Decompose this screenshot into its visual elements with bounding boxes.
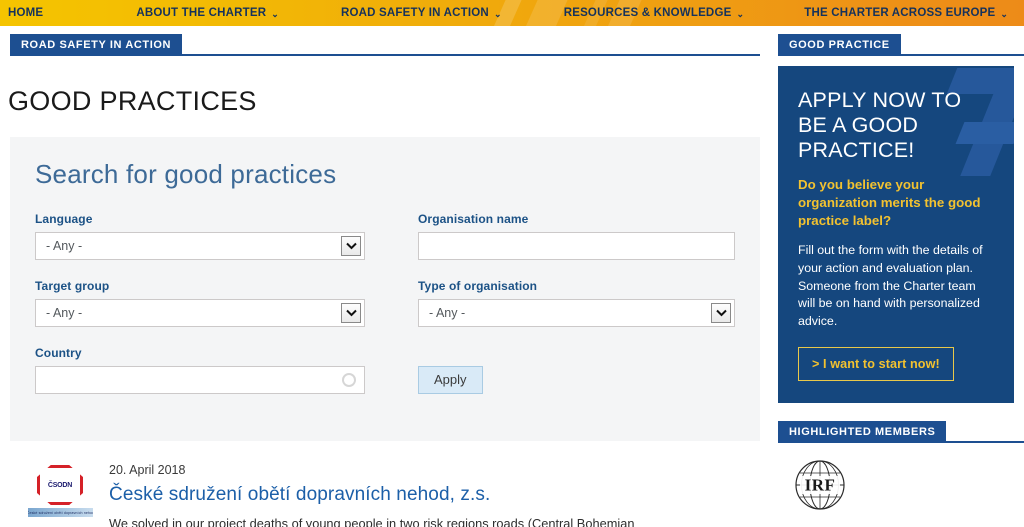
csodn-logo: ČSODN České sdružení obětí dopravních ne…: [28, 463, 93, 521]
nav-item-label: ABOUT THE CHARTER: [136, 7, 267, 19]
chevron-down-icon: ⌄: [736, 8, 745, 19]
search-panel-heading: Search for good practices: [35, 159, 337, 189]
main-content-column: ROAD SAFETY IN ACTION GOOD PRACTICES Sea…: [0, 26, 770, 527]
country-input[interactable]: [36, 367, 364, 393]
result-description: We solved in our project deaths of young…: [109, 516, 635, 527]
organisation-name-input[interactable]: [419, 233, 734, 259]
apply-now-promo-panel: APPLY NOW TO BE A GOOD PRACTICE! Do you …: [778, 66, 1014, 404]
nav-item-label: HOME: [8, 7, 44, 19]
apply-button-row: Apply: [418, 346, 735, 394]
chevron-down-icon[interactable]: [341, 303, 361, 323]
svg-text:IRF: IRF: [805, 476, 836, 495]
label-organisation-name: Organisation name: [418, 212, 529, 226]
section-tab-label: GOOD PRACTICE: [789, 39, 890, 51]
search-panel: Search for good practices Language - Any…: [10, 137, 760, 441]
result-logo-cell: ČSODN České sdružení obětí dopravních ne…: [10, 463, 93, 527]
nav-item-the-charter-across-europe[interactable]: THE CHARTER ACROSS EUROPE ⌄: [804, 7, 1008, 19]
chevron-down-icon[interactable]: [341, 236, 361, 256]
target-group-select[interactable]: - Any -: [35, 299, 365, 327]
label-language: Language: [35, 212, 93, 226]
nav-item-label: RESOURCES & KNOWLEDGE: [563, 7, 732, 19]
stop-sign-icon: ČSODN: [37, 465, 83, 505]
field-organisation-name: Organisation name: [418, 212, 735, 260]
highlighted-member: IRF International Road Federation - IRF: [778, 459, 1014, 527]
country-input-wrap[interactable]: [35, 366, 365, 394]
section-header-highlighted-members: HIGHLIGHTED MEMBERS: [770, 421, 1024, 444]
nav-item-road-safety-in-action[interactable]: ROAD SAFETY IN ACTION ⌄: [341, 7, 502, 19]
section-header-road-safety-in-action: ROAD SAFETY IN ACTION: [0, 34, 770, 56]
sidebar-column: GOOD PRACTICE APPLY NOW TO BE A GOOD PRA…: [770, 26, 1024, 527]
section-header-good-practice: GOOD PRACTICE: [770, 34, 1024, 56]
section-tab-label: ROAD SAFETY IN ACTION: [21, 39, 172, 51]
promo-subheading: Do you believe your organization merits …: [798, 177, 981, 228]
target-group-select-value: - Any -: [46, 306, 83, 320]
section-tab-label: HIGHLIGHTED MEMBERS: [789, 426, 936, 439]
csodn-logo-text: ČSODN: [47, 481, 73, 489]
main-navigation-bar: HOME ABOUT THE CHARTER ⌄ ROAD SAFETY IN …: [0, 0, 1024, 26]
field-language: Language - Any -: [35, 212, 365, 260]
field-country: Country: [35, 346, 365, 394]
chevron-down-icon: ⌄: [271, 8, 279, 19]
nav-item-resources-and-knowledge[interactable]: RESOURCES & KNOWLEDGE ⌄: [564, 7, 745, 19]
result-title-link[interactable]: České sdružení obětí dopravních nehod, z…: [109, 484, 760, 506]
promo-heading: APPLY NOW TO BE A GOOD PRACTICE!: [798, 88, 962, 163]
globe-icon: IRF: [795, 460, 845, 511]
language-select-value: - Any -: [46, 239, 83, 253]
apply-button[interactable]: Apply: [418, 365, 483, 394]
type-of-organisation-select-value: - Any -: [429, 306, 466, 320]
field-target-group: Target group - Any -: [35, 279, 365, 327]
nav-item-about-the-charter[interactable]: ABOUT THE CHARTER ⌄: [136, 7, 279, 19]
promo-body-text: Fill out the form with the details of yo…: [798, 243, 983, 328]
label-target-group: Target group: [35, 279, 110, 293]
page-body: ROAD SAFETY IN ACTION GOOD PRACTICES Sea…: [0, 26, 1024, 527]
promo-cta-button[interactable]: > I want to start now!: [798, 347, 954, 382]
csodn-logo-band-text: České sdružení obětí dopravních nehod: [28, 510, 93, 515]
organisation-name-input-wrap[interactable]: [418, 232, 735, 260]
section-tab-highlighted-members[interactable]: HIGHLIGHTED MEMBERS: [778, 421, 947, 444]
page-title: GOOD PRACTICES: [8, 86, 257, 116]
irf-globe-logo[interactable]: IRF: [794, 459, 846, 511]
label-type-of-organisation: Type of organisation: [418, 279, 538, 293]
result-date: 20. April 2018: [109, 463, 186, 477]
search-form: Language - Any - Organisation name Targe…: [35, 212, 735, 413]
nav-item-label: THE CHARTER ACROSS EUROPE: [804, 7, 996, 19]
nav-item-label: ROAD SAFETY IN ACTION: [340, 7, 489, 19]
result-body: 20. April 2018 České sdružení obětí dopr…: [109, 463, 760, 527]
label-country: Country: [35, 346, 82, 360]
chevron-down-icon[interactable]: [711, 303, 731, 323]
type-of-organisation-select[interactable]: - Any -: [418, 299, 735, 327]
chevron-down-icon: ⌄: [493, 8, 502, 19]
chevron-down-icon: ⌄: [1000, 8, 1009, 19]
language-select[interactable]: - Any -: [35, 232, 365, 260]
csodn-logo-band: České sdružení obětí dopravních nehod: [28, 508, 93, 517]
good-practice-result-item: ČSODN České sdružení obětí dopravních ne…: [10, 463, 760, 527]
nav-item-home[interactable]: HOME: [8, 7, 43, 19]
section-tab-road-safety-in-action[interactable]: ROAD SAFETY IN ACTION: [10, 34, 183, 56]
section-tab-good-practice[interactable]: GOOD PRACTICE: [778, 34, 901, 56]
field-type-of-organisation: Type of organisation - Any -: [418, 279, 735, 327]
